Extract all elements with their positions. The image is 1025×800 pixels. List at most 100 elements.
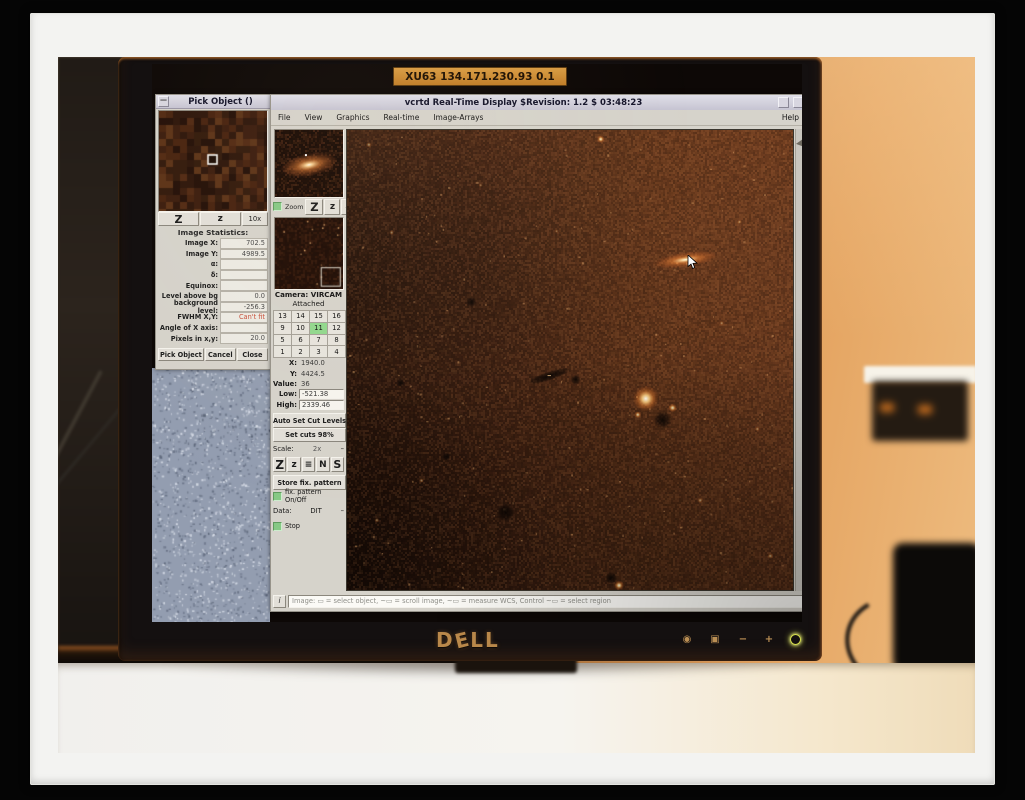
shelf-item	[918, 405, 932, 414]
detector-6[interactable]: 6	[292, 335, 309, 346]
stat-row: Angle of X axis:	[158, 323, 268, 334]
rtd-title: vcrtd Real-Time Display $Revision: 1.2 $…	[271, 98, 776, 108]
detector-15[interactable]: 15	[310, 311, 327, 322]
scale-value[interactable]: 2x	[294, 445, 341, 453]
readout-label: High:	[273, 401, 299, 409]
cancel-button[interactable]: Cancel	[205, 348, 236, 361]
rtd-titlebar[interactable]: vcrtd Real-Time Display $Revision: 1.2 $…	[271, 95, 802, 111]
data-menu-icon[interactable]: –	[341, 507, 344, 515]
wall-left-dark-panel	[58, 57, 122, 679]
pick-object-titlebar[interactable]: — Pick Object ()	[156, 95, 270, 109]
stat-value: 0.0	[220, 291, 268, 302]
stat-label: Angle of X axis:	[158, 324, 220, 332]
readout-row: High:2339.46	[273, 400, 344, 410]
power-led	[790, 634, 801, 645]
pick-object-preview[interactable]	[158, 110, 268, 212]
iconify-icon[interactable]	[778, 97, 789, 108]
detector-grid: 13141516910111256781234	[273, 310, 346, 358]
shelf-item	[880, 403, 894, 412]
zoom-z-button[interactable]: z	[324, 199, 340, 215]
detector-13[interactable]: 13	[274, 311, 291, 322]
scale-glyph-3-button[interactable]: N	[316, 457, 329, 472]
stat-label: Pixels in x,y:	[158, 335, 220, 343]
readout-label: Value:	[273, 380, 299, 388]
menu-button[interactable]: ▣	[708, 632, 722, 646]
scale-glyph-1-button[interactable]: z	[287, 457, 300, 472]
brightness-up-button[interactable]: +	[762, 632, 776, 646]
stop-checkbox[interactable]	[273, 522, 282, 531]
scale-glyph-2-button[interactable]: ≡	[302, 457, 315, 472]
detector-4[interactable]: 4	[328, 346, 345, 357]
panner[interactable]	[274, 217, 344, 290]
pick-object-button[interactable]: Pick Object	[158, 348, 204, 361]
zoom-z-button[interactable]: Z	[305, 199, 323, 215]
scale-menu-icon[interactable]: –	[341, 445, 344, 453]
scrollbar-arrow-icon[interactable]	[796, 139, 802, 149]
stat-row: δ:	[158, 270, 268, 281]
readout-label: X:	[273, 359, 299, 367]
menu-graphics[interactable]: Graphics	[329, 113, 376, 122]
detector-2[interactable]: 2	[292, 346, 309, 357]
stat-row: Image X:702.5	[158, 238, 268, 249]
scale-glyph-0-button[interactable]: Z	[273, 457, 286, 472]
detector-7[interactable]: 7	[310, 335, 327, 346]
readout-value: 36	[299, 380, 344, 388]
detector-14[interactable]: 14	[292, 311, 309, 322]
zoom-checkbox[interactable]	[273, 202, 282, 211]
menu-help[interactable]: Help	[775, 113, 802, 122]
menu-real-time[interactable]: Real-time	[377, 113, 427, 122]
pick-zoom-buttons: Zz10x	[158, 212, 268, 226]
minimize-icon[interactable]: —	[158, 96, 169, 107]
menu-image-arrays[interactable]: Image-Arrays	[426, 113, 490, 122]
close-button[interactable]: Close	[237, 348, 268, 361]
stat-value	[220, 259, 268, 270]
detector-16[interactable]: 16	[328, 311, 345, 322]
zoom-preview[interactable]	[274, 129, 344, 198]
brand-letter: L	[485, 628, 500, 652]
readout-row: X:1940.0	[273, 358, 344, 368]
rtd-window: vcrtd Real-Time Display $Revision: 1.2 $…	[270, 94, 802, 612]
stat-row: Image Y:4989.5	[158, 249, 268, 260]
scale-glyph-4-button[interactable]: S	[331, 457, 344, 472]
stat-label: δ:	[158, 271, 220, 279]
data-label: Data:	[273, 507, 292, 515]
stat-value: 4989.5	[220, 249, 268, 260]
pick-object-actions: Pick ObjectCancelClose	[158, 348, 268, 361]
stat-row: Equinox:	[158, 280, 268, 291]
detector-3[interactable]: 3	[310, 346, 327, 357]
readout-label: Y:	[273, 370, 299, 378]
power-button[interactable]	[788, 632, 802, 646]
detector-10[interactable]: 10	[292, 323, 309, 334]
fix-pattern-checkbox[interactable]	[273, 492, 282, 501]
vertical-scrollbar[interactable]	[795, 129, 802, 591]
pick-zoom-10x-button[interactable]: 10x	[242, 212, 268, 226]
detector-9[interactable]: 9	[274, 323, 291, 334]
set-cuts-button[interactable]: Set cuts 98%	[273, 428, 346, 442]
detector-1[interactable]: 1	[274, 346, 291, 357]
menu-file[interactable]: File	[271, 113, 298, 122]
pick-zoom-z-button[interactable]: z	[200, 212, 241, 226]
detector-12[interactable]: 12	[328, 323, 345, 334]
detector-5[interactable]: 5	[274, 335, 291, 346]
pick-object-window: — Pick Object () Zz10x Image Statistics:…	[155, 94, 271, 370]
stop-label: Stop	[285, 522, 300, 530]
pick-zoom-z-button[interactable]: Z	[158, 212, 199, 226]
readout-value: -521.38	[299, 389, 344, 399]
info-icon[interactable]: i	[273, 595, 286, 608]
sky-image[interactable]	[346, 129, 794, 591]
data-value[interactable]: DIT	[292, 507, 341, 515]
shelf-items	[872, 381, 968, 441]
scale-row: Scale: 2x –	[273, 443, 344, 455]
detector-8[interactable]: 8	[328, 335, 345, 346]
readout-value: 2339.46	[299, 400, 344, 410]
statusbar: i Image: ▭ = select object, ~▭ = scroll …	[273, 595, 802, 608]
readout-label: Low:	[273, 390, 299, 398]
stage: XU63 134.171.230.93 0.1 — Pick Object ()…	[0, 0, 1025, 800]
menu-view[interactable]: View	[298, 113, 330, 122]
brightness-down-button[interactable]: −	[736, 632, 750, 646]
detector-11[interactable]: 11	[310, 323, 327, 334]
maximize-icon[interactable]	[793, 97, 802, 108]
stat-row: α:	[158, 259, 268, 270]
input-select-button[interactable]: ◉	[680, 632, 694, 646]
auto-set-cut-levels-button[interactable]: Auto Set Cut Levels	[273, 413, 346, 428]
